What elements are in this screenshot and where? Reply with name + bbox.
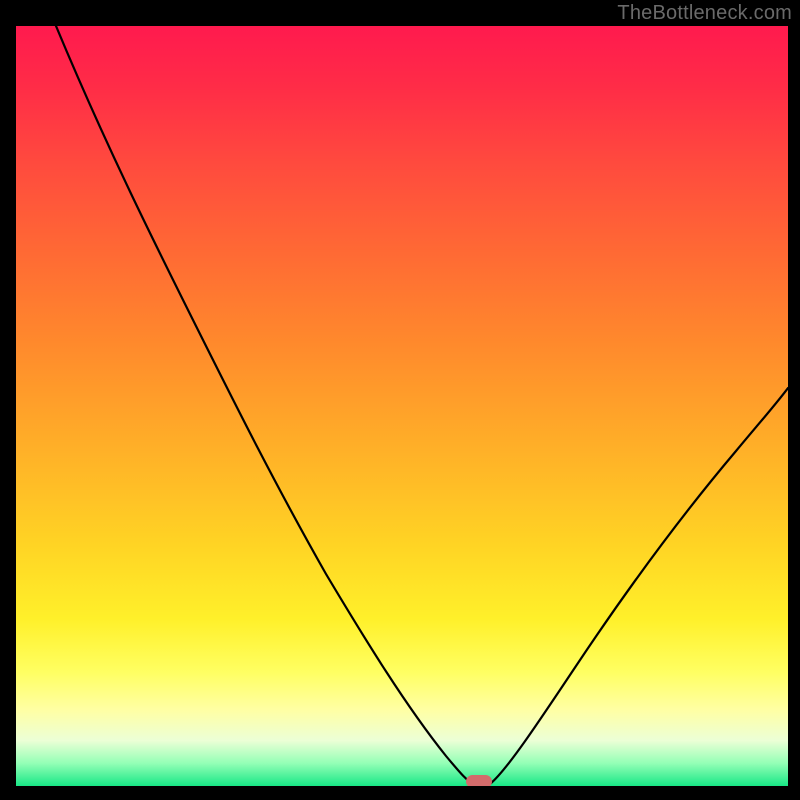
watermark-text: TheBottleneck.com [617,2,792,25]
chart-frame: TheBottleneck.com [0,0,800,800]
plot-area [16,26,788,786]
min-marker [466,775,492,786]
bottleneck-curve [56,26,788,784]
curve-svg [16,26,788,786]
